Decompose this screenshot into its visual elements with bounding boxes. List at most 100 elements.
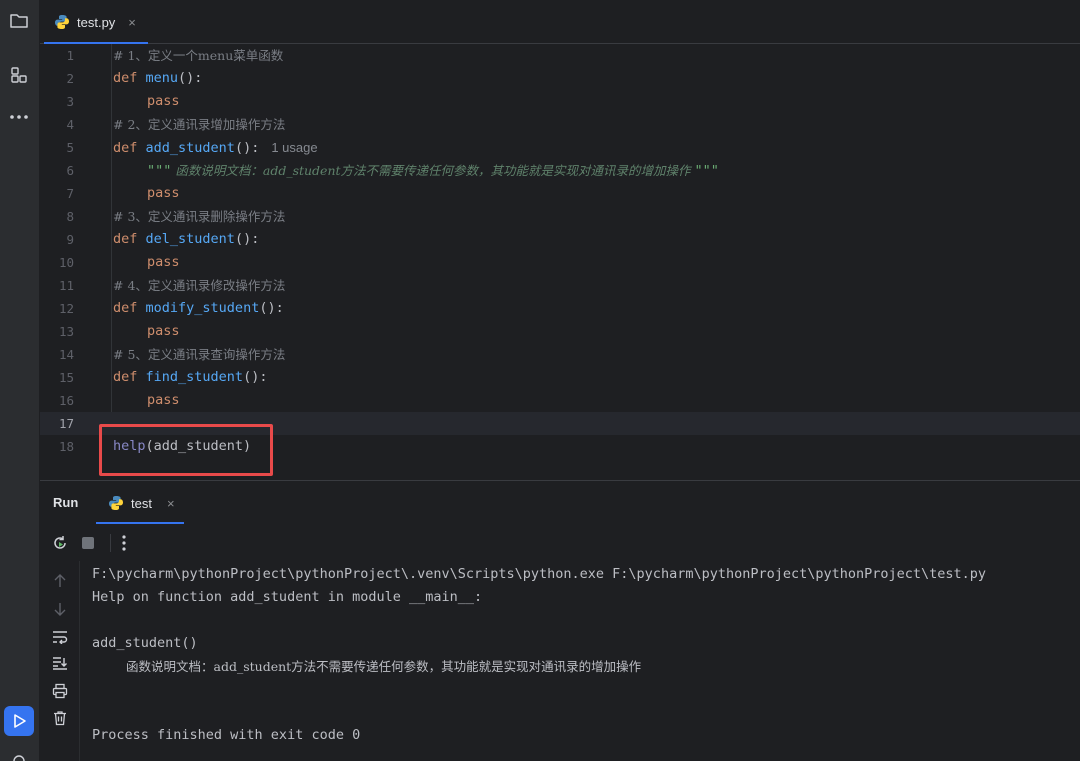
function-name: add_student [145,140,235,156]
line-number: 15 [58,370,74,385]
options-menu-button[interactable] [112,531,136,555]
code-punctuation: (): [234,231,260,247]
code-keyword: pass [147,323,180,339]
code-comment: # 1、定义一个menu菜单函数 [113,48,284,63]
console-docstring: 函数说明文档：add_student方法不需要传递任何参数，其功能就是实现对通讯… [126,655,641,678]
next-occurrence-button[interactable] [48,597,72,621]
docstring-text: 函数说明文档：add_student方法不需要传递任何参数，其功能就是实现对通讯… [171,163,695,178]
line-number: 14 [58,347,74,362]
line-number: 3 [66,94,74,109]
line-number: 9 [66,232,74,247]
arrow-up-icon [54,574,66,587]
structure-button[interactable] [4,60,34,90]
arrow-down-icon [54,603,66,616]
line-number: 16 [58,393,74,408]
line-number: 12 [58,301,74,316]
console-exit-message: Process finished with exit code 0 [92,727,361,743]
editor-tab-label: test.py [77,14,116,30]
bug-icon [13,755,25,761]
code-comment: # 4、定义通讯录修改操作方法 [113,278,286,293]
console-output[interactable]: F:\pycharm\pythonProject\pythonProject\.… [80,561,1080,761]
code-keyword: pass [147,392,180,408]
soft-wrap-icon [53,631,68,644]
code-comment: # 2、定义通讯录增加操作方法 [113,117,286,132]
toolbar-divider [110,534,111,552]
red-annotation-box [99,424,273,476]
close-icon[interactable]: × [128,15,136,30]
function-name: menu [145,70,179,86]
docstring-quote: """ [694,163,719,179]
line-number: 7 [66,186,74,201]
run-panel-header: Run test × [40,481,1080,525]
function-name: del_student [145,231,235,247]
code-line: 10 pass [40,251,1080,274]
code-line: 3 pass [40,90,1080,113]
code-punctuation: (): [234,140,260,156]
python-file-icon [109,496,123,510]
more-icon [10,115,28,119]
code-line: 4 # 2、定义通讯录增加操作方法 [40,113,1080,136]
usage-hint[interactable]: 1 usage [271,140,317,155]
console-help-header: Help on function add_student in module _… [92,589,483,605]
code-line: 8 # 3、定义通讯录删除操作方法 [40,205,1080,228]
line-number: 1 [66,48,74,63]
run-tool-button[interactable] [4,706,34,736]
line-number: 4 [66,117,74,132]
code-line: 1 # 1、定义一个menu菜单函数 [40,44,1080,67]
code-line: 16 pass [40,389,1080,412]
console-function-signature: add_student() [92,635,198,651]
code-keyword: pass [147,185,180,201]
code-line: 15 def find_student(): [40,366,1080,389]
editor-tab-test-py[interactable]: test.py × [44,0,148,44]
stop-icon [82,537,94,549]
line-number: 6 [66,163,74,178]
code-line: 11 # 4、定义通讯录修改操作方法 [40,274,1080,297]
code-keyword: def [113,70,138,86]
stop-button[interactable] [76,531,100,555]
print-button[interactable] [48,679,72,703]
code-editor[interactable]: 1 # 1、定义一个menu菜单函数 2 def menu(): 3 pass 4 # … [40,44,1080,480]
console-side-toolbar [40,561,80,761]
line-number: 18 [58,439,74,454]
code-keyword: def [113,369,138,385]
run-panel-title: Run [53,495,79,510]
line-number: 13 [58,324,74,339]
code-line: 13 pass [40,320,1080,343]
code-line: 7 pass [40,182,1080,205]
docstring-quote: """ [147,163,172,179]
code-keyword: pass [147,254,180,270]
code-punctuation: (): [259,300,284,316]
debug-tool-button[interactable] [4,744,34,761]
line-number: 17 [58,416,74,431]
line-number: 11 [58,278,74,293]
structure-icon [11,67,27,83]
soft-wrap-button[interactable] [48,625,72,649]
line-number: 2 [66,71,74,86]
code-line: 2 def menu(): [40,67,1080,90]
clear-all-button[interactable] [48,706,72,730]
run-tab-test[interactable]: test × [108,481,175,525]
activity-bar [0,0,40,761]
code-keyword: def [113,140,138,156]
scroll-to-end-icon [53,657,67,670]
folder-icon [10,14,28,28]
run-panel: Run test × F:\pycharm\pythonProject\pyth… [40,480,1080,761]
code-line: 12 def modify_student(): [40,297,1080,320]
rerun-button[interactable] [48,531,72,555]
run-icon [14,714,26,728]
more-tools-button[interactable] [4,102,34,132]
console-docstring-text: 函数说明文档：add_student方法不需要传递任何参数，其功能就是实现对通讯… [126,659,642,674]
function-name: find_student [145,369,244,385]
run-toolbar [40,525,1080,561]
code-punctuation: (): [178,70,203,86]
previous-occurrence-button[interactable] [48,569,72,593]
code-keyword: def [113,300,138,316]
code-line: 5 def add_student(): 1 usage [40,136,1080,159]
project-folder-button[interactable] [4,6,34,36]
print-icon [52,683,68,699]
close-icon[interactable]: × [167,496,175,511]
line-number: 8 [66,209,74,224]
code-comment: # 3、定义通讯录删除操作方法 [113,209,286,224]
editor: test.py × 1 # 1、定义一个menu菜单函数 2 def menu():… [40,0,1080,480]
scroll-to-end-button[interactable] [48,651,72,675]
